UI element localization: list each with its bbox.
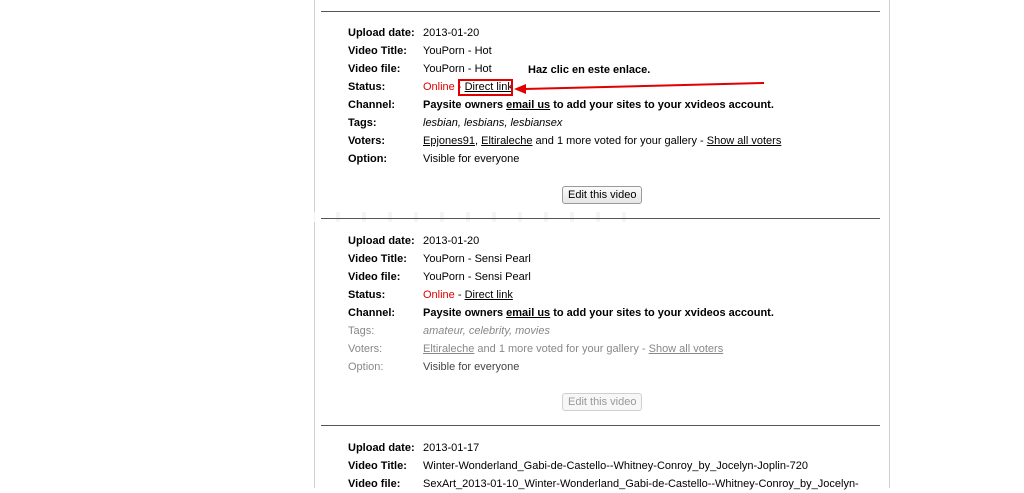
status-label: Status: <box>348 81 386 93</box>
status-online: Online <box>423 289 455 301</box>
direct-link[interactable]: Direct link <box>465 289 513 301</box>
voters-text: and 1 more voted for your gallery - <box>474 343 649 355</box>
tags-value: amateur, celebrity, movies <box>423 325 550 337</box>
option-value: Visible for everyone <box>423 153 520 165</box>
show-all-voters-link[interactable]: Show all voters <box>649 343 724 355</box>
edit-video-button[interactable]: Edit this video <box>562 186 643 204</box>
voter-link[interactable]: Eltiraleche <box>423 343 474 355</box>
upload-date-label: Upload date: <box>348 27 415 39</box>
highlight-box <box>458 79 513 96</box>
channel-text-pre: Paysite owners <box>423 99 507 111</box>
voter-link[interactable]: Eltiraleche <box>481 135 532 147</box>
edit-video-button[interactable]: Edit this video <box>562 393 643 411</box>
voters-text: and 1 more voted for your gallery - <box>532 135 707 147</box>
channel-text-pre: Paysite owners <box>423 307 507 319</box>
channel-label: Channel: <box>348 99 396 111</box>
option-label: Option: <box>348 361 384 373</box>
video-file-value: YouPorn - Hot <box>423 63 492 75</box>
separator <box>314 212 644 222</box>
voters-label: Voters: <box>348 135 386 147</box>
channel-text-post: to add your sites to your xvideos accoun… <box>550 307 774 319</box>
video-file-label: Video file: <box>348 63 401 75</box>
status-online: Online <box>423 81 455 93</box>
show-all-voters-link[interactable]: Show all voters <box>707 135 782 147</box>
separator <box>321 425 880 426</box>
video-file-label: Video file: <box>348 478 401 490</box>
voter-link[interactable]: Epjones91 <box>423 135 475 147</box>
video-entry-1: Upload date: 2013-01-20 Video Title: YouPo… <box>348 24 878 168</box>
video-file-value: SexArt_2013-01-10_Winter-Wonderland_Gabi… <box>423 478 859 490</box>
email-us-link[interactable]: email us <box>506 307 550 319</box>
upload-date-value: 2013-01-20 <box>423 27 480 39</box>
video-entry-2: Upload date: 2013-01-20 Video Title: YouPo… <box>348 232 878 376</box>
tags-label: Tags: <box>348 117 377 129</box>
upload-date-value: 2013-01-17 <box>423 442 480 454</box>
separator <box>321 218 880 219</box>
separator <box>321 11 880 12</box>
tags-value: lesbian, lesbians, lesbiansex <box>423 117 563 129</box>
video-title-value: YouPorn - Hot <box>423 45 492 57</box>
video-file-value: YouPorn - Sensi Pearl <box>423 271 531 283</box>
video-title-value: Winter-Wonderland_Gabi-de-Castello--Whit… <box>423 460 808 472</box>
video-entry-3: Upload date: 2013-01-17 Video Title: Winte… <box>348 439 888 493</box>
email-us-link[interactable]: email us <box>506 99 550 111</box>
video-title-label: Video Title: <box>348 253 407 265</box>
video-title-label: Video Title: <box>348 460 407 472</box>
upload-date-label: Upload date: <box>348 235 415 247</box>
status-label: Status: <box>348 289 386 301</box>
option-value: Visible for everyone <box>423 361 520 373</box>
status-separator: - <box>454 289 465 301</box>
arrow-icon <box>514 82 765 94</box>
voters-label: Voters: <box>348 343 383 355</box>
annotation-text: Haz clic en este enlace. <box>528 64 651 76</box>
channel-label: Channel: <box>348 307 396 319</box>
video-title-value: YouPorn - Sensi Pearl <box>423 253 531 265</box>
video-title-label: Video Title: <box>348 45 407 57</box>
upload-date-label: Upload date: <box>348 442 415 454</box>
option-label: Option: <box>348 153 388 165</box>
video-file-label: Video file: <box>348 271 401 283</box>
channel-text-post: to add your sites to your xvideos accoun… <box>550 99 774 111</box>
tags-label: Tags: <box>348 325 375 337</box>
upload-date-value: 2013-01-20 <box>423 235 480 247</box>
